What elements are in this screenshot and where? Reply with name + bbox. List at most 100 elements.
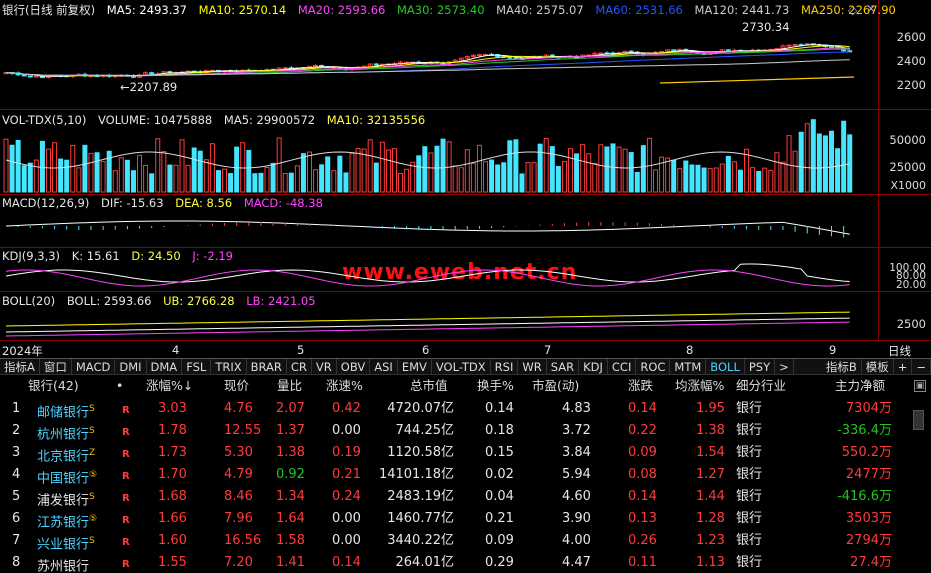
table-row[interactable]: 2 杭州银行S R 1.78 12.55 1.37 0.00 744.25亿 0… [0, 420, 931, 442]
table-row[interactable]: 6 江苏银行⑤ R 1.66 7.96 1.64 0.00 1460.77亿 0… [0, 508, 931, 530]
volume-bar [222, 168, 228, 193]
tab-27[interactable]: − [912, 359, 931, 374]
period-label[interactable]: 日线 [888, 343, 911, 359]
candlestick [725, 49, 731, 52]
tab-23[interactable]: > [775, 359, 794, 374]
col-cap[interactable]: 总市值 [410, 376, 448, 396]
rzrq-flag: R [122, 493, 130, 504]
stock-name[interactable]: 苏州银行 [37, 552, 89, 573]
tab-0[interactable]: 指标A [0, 359, 40, 374]
month-5: 5 [297, 343, 305, 357]
tab-19[interactable]: ROC [636, 359, 671, 374]
tab-2[interactable]: MACD [72, 359, 116, 374]
tab-9[interactable]: VR [312, 359, 337, 374]
tab-16[interactable]: SAR [547, 359, 580, 374]
table-scrollbar[interactable] [913, 410, 924, 430]
change-pct: 1.60 [158, 533, 187, 548]
tab-8[interactable]: CR [287, 359, 312, 374]
row-index: 2 [12, 423, 21, 438]
tab-13[interactable]: VOL-TDX [432, 359, 491, 374]
tab-15[interactable]: WR [518, 359, 547, 374]
volume-bar [816, 133, 822, 193]
col-pe[interactable]: 市盈(动) [532, 376, 579, 396]
industry: 银行 [736, 423, 763, 438]
tab-24[interactable]: 指标B [822, 359, 862, 374]
table-row[interactable]: 4 中国银行⑤ R 1.70 4.79 0.92 0.21 14101.18亿 … [0, 464, 931, 486]
tab-14[interactable]: RSI [491, 359, 519, 374]
tab-25[interactable]: 模板 [862, 359, 894, 374]
volume-bar [634, 171, 640, 193]
volume-bar [3, 138, 9, 193]
industry: 银行 [736, 555, 763, 570]
volume-bar [367, 139, 373, 193]
tab-11[interactable]: ASI [370, 359, 398, 374]
volume-bar [519, 173, 525, 193]
tab-4[interactable]: DMA [147, 359, 183, 374]
volume-bar [361, 148, 367, 193]
table-row[interactable]: 1 邮储银行S R 3.03 4.76 2.07 0.42 4720.07亿 0… [0, 398, 931, 420]
volume-bar [45, 148, 51, 193]
volume-bar [155, 138, 161, 193]
volume-bar [683, 160, 689, 193]
price-diff: 0.11 [628, 555, 657, 570]
column-settings-icon[interactable]: ▣ [914, 380, 926, 392]
volume-bar [501, 162, 507, 193]
table-row[interactable]: 8 苏州银行 R 1.55 7.20 1.41 0.14 264.01亿 0.2… [0, 552, 931, 573]
volume-bar [173, 164, 179, 193]
market-cap: 4720.07亿 [387, 401, 454, 416]
tab-1[interactable]: 窗口 [40, 359, 72, 374]
speed-pct: 0.21 [332, 467, 361, 482]
volume-bar [313, 169, 319, 193]
table-row[interactable]: 3 北京银行Z R 1.73 5.30 1.38 0.19 1120.58亿 0… [0, 442, 931, 464]
col-name[interactable]: 银行(42) [28, 376, 79, 396]
volume-bar [744, 148, 750, 193]
speed-pct: 0.19 [332, 445, 361, 460]
col-price[interactable]: 现价 [224, 376, 249, 396]
tab-17[interactable]: KDJ [579, 359, 608, 374]
tab-6[interactable]: TRIX [211, 359, 247, 374]
avg-change: 1.44 [696, 489, 725, 504]
volume-bar [191, 147, 197, 193]
volume-bar [622, 148, 628, 193]
tab-18[interactable]: CCI [608, 359, 637, 374]
volume-bar [434, 145, 440, 193]
tab-7[interactable]: BRAR [247, 359, 287, 374]
turnover: 0.02 [485, 467, 514, 482]
col-industry[interactable]: 细分行业 [736, 376, 786, 396]
pe-ratio: 4.47 [562, 555, 591, 570]
volume-bar [404, 168, 410, 193]
tab-22[interactable]: PSY [745, 359, 776, 374]
col-speed[interactable]: 涨速% [326, 376, 363, 396]
col-change[interactable]: 涨幅%↓ [146, 376, 193, 396]
market-cap: 1120.58亿 [387, 445, 454, 460]
col-turnover[interactable]: 换手% [477, 376, 514, 396]
volume-bar [822, 135, 828, 193]
tab-3[interactable]: DMI [115, 359, 147, 374]
candlestick [628, 50, 634, 53]
tab-12[interactable]: EMV [398, 359, 432, 374]
volume-ratio: 1.34 [276, 489, 305, 504]
price-diff: 0.26 [628, 533, 657, 548]
col-volratio[interactable]: 量比 [277, 376, 302, 396]
col-diff[interactable]: 涨跌 [628, 376, 653, 396]
turnover: 0.15 [485, 445, 514, 460]
table-row[interactable]: 7 兴业银行S R 1.60 16.56 1.58 0.00 3440.22亿 … [0, 530, 931, 552]
change-pct: 3.03 [158, 401, 187, 416]
tab-21[interactable]: BOLL [706, 359, 745, 374]
tab-20[interactable]: MTM [670, 359, 707, 374]
tab-10[interactable]: OBV [337, 359, 371, 374]
volume-bar [319, 164, 325, 193]
chart-area[interactable]: 银行(日线 前复权) MA5: 2493.37 MA10: 2570.14 MA… [0, 0, 931, 358]
col-avg[interactable]: 均涨幅% [675, 376, 724, 396]
row-index: 3 [12, 445, 21, 460]
tab-5[interactable]: FSL [182, 359, 212, 374]
industry: 银行 [736, 401, 763, 416]
volume-bar [197, 150, 203, 193]
volume-bar [616, 146, 622, 193]
col-netflow[interactable]: 主力净额 [835, 376, 885, 396]
volume-bar [464, 149, 470, 193]
table-row[interactable]: 5 浦发银行S R 1.68 8.46 1.34 0.24 2483.19亿 0… [0, 486, 931, 508]
year-label: 2024年 [2, 344, 43, 358]
tab-26[interactable]: + [894, 359, 913, 374]
net-inflow: 2794万 [845, 533, 892, 548]
